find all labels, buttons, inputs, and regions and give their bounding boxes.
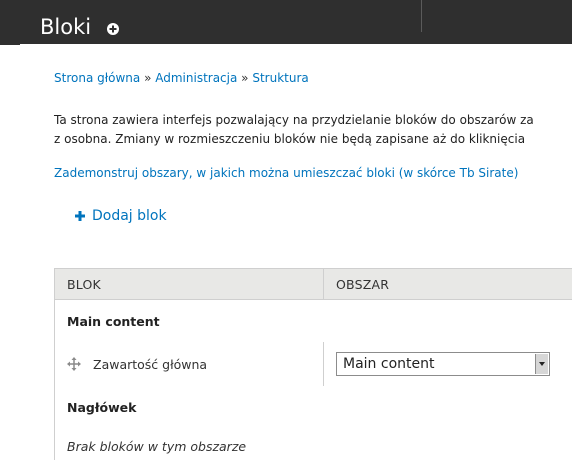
plus-circle-icon [109, 25, 117, 33]
chevron-down-icon [535, 354, 548, 374]
region-select[interactable]: Main content [336, 352, 550, 376]
breadcrumb-link-home[interactable]: Strona główna [54, 71, 140, 85]
help-text-line: z osobna. Zmiany w rozmieszczeniu bloków… [54, 132, 526, 146]
header-divider [421, 0, 422, 32]
add-shortcut-icon[interactable] [107, 23, 119, 35]
column-header-region: OBSZAR [323, 268, 572, 300]
admin-header-bar: Bloki [0, 0, 572, 45]
breadcrumb: Strona główna » Administracja » Struktur… [54, 71, 309, 85]
region-empty-row: Brak bloków w tym obszarze [54, 428, 572, 460]
region-title: Main content [54, 299, 572, 342]
help-text-line: Ta strona zawiera interfejs pozwalający … [54, 113, 534, 127]
demo-regions-link[interactable]: Zademonstruj obszary, w jakich można umi… [54, 166, 518, 180]
region-cell: Main content [323, 342, 572, 386]
column-header-block: BLOK [54, 268, 324, 300]
region-empty-message: Brak bloków w tym obszarze [54, 428, 572, 460]
region-title-row: Main content [54, 299, 572, 342]
block-cell: Zawartość główna [54, 342, 324, 386]
plus-icon [75, 207, 85, 225]
drag-handle-icon[interactable] [67, 357, 81, 371]
breadcrumb-link-structure[interactable]: Struktura [252, 71, 308, 85]
region-title-row: Nagłówek [54, 386, 572, 428]
region-select-value: Main content [343, 356, 435, 372]
region-title: Nagłówek [54, 386, 572, 428]
blocks-table: BLOK OBSZAR Main content Zawartość główn… [54, 268, 572, 460]
help-text: Ta strona zawiera interfejs pozwalający … [54, 111, 534, 149]
breadcrumb-link-admin[interactable]: Administracja [155, 71, 237, 85]
block-label: Zawartość główna [93, 356, 208, 372]
table-row: Zawartość główna Main content [54, 342, 572, 386]
breadcrumb-separator: » [144, 71, 156, 85]
breadcrumb-separator: » [241, 71, 253, 85]
add-block-button[interactable]: Dodaj blok [75, 207, 167, 225]
page-title: Bloki [40, 15, 92, 39]
add-block-label: Dodaj blok [92, 208, 167, 224]
table-header-row: BLOK OBSZAR [54, 268, 572, 300]
content-panel: Strona główna » Administracja » Struktur… [20, 45, 572, 460]
